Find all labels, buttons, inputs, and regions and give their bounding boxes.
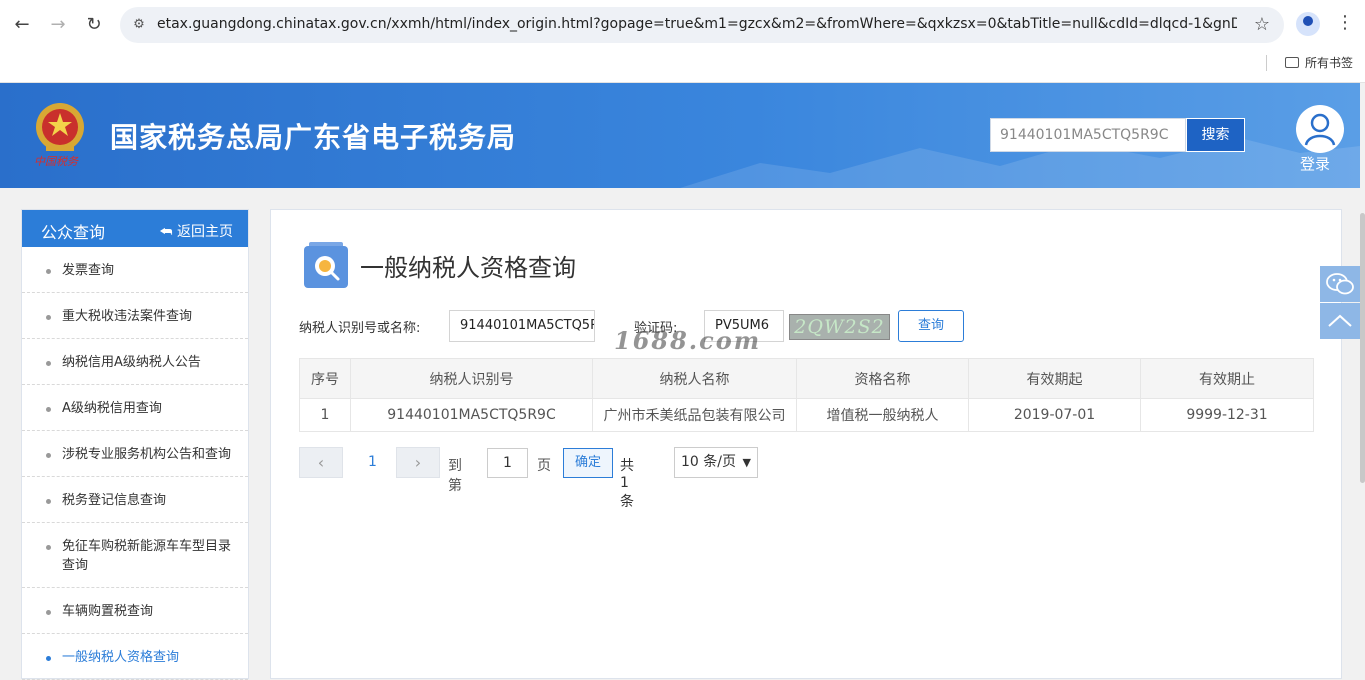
- query-button[interactable]: 查询: [898, 310, 964, 342]
- url-text[interactable]: etax.guangdong.chinatax.gov.cn/xxmh/html…: [157, 16, 1237, 32]
- sidebar-item-tax-violation-cases[interactable]: 重大税收违法案件查询: [22, 293, 248, 339]
- login-label[interactable]: 登录: [1300, 153, 1330, 174]
- page-size-value: 10 条/页: [681, 454, 736, 470]
- header-search-input[interactable]: 91440101MA5CTQ5R9C: [990, 118, 1186, 152]
- login-avatar-icon[interactable]: [1296, 105, 1344, 153]
- cell-valid-to: 9999-12-31: [1140, 398, 1314, 432]
- header-search-button[interactable]: 搜索: [1186, 118, 1245, 152]
- all-bookmarks[interactable]: 所有书签: [1265, 54, 1353, 71]
- sidebar-item-general-taxpayer[interactable]: 一般纳税人资格查询: [22, 634, 248, 680]
- back-home-label: 返回主页: [177, 224, 233, 240]
- svg-text:中国税务: 中国税务: [34, 155, 79, 168]
- sidebar-item-tax-agency-query[interactable]: 涉税专业服务机构公告和查询: [22, 431, 248, 477]
- wechat-icon[interactable]: [1320, 266, 1360, 302]
- page-title: 一般纳税人资格查询: [360, 254, 576, 282]
- goto-label: 到第: [448, 458, 462, 494]
- scrollbar-thumb[interactable]: [1360, 213, 1365, 483]
- col-header-taxpayer-name: 纳税人名称: [592, 358, 797, 399]
- reload-icon[interactable]: ↻: [81, 12, 107, 38]
- address-bar[interactable]: ⚙ etax.guangdong.chinatax.gov.cn/xxmh/ht…: [120, 7, 1284, 43]
- cell-taxpayer-id: 91440101MA5CTQ5R9C: [350, 398, 593, 432]
- sidebar-item-vehicle-purchase-tax[interactable]: 车辆购置税查询: [22, 588, 248, 634]
- back-home-link[interactable]: ⮪ 返回主页: [160, 221, 233, 241]
- sidebar-item-nev-catalog[interactable]: 免征车购税新能源车车型目录查询: [22, 523, 248, 588]
- site-header: 中国税务 国家税务总局广东省电子税务局 91440101MA5CTQ5R9C 搜…: [0, 83, 1360, 188]
- forward-arrow-icon[interactable]: →: [45, 12, 71, 38]
- col-header-qualification: 资格名称: [796, 358, 969, 399]
- folder-icon: [1284, 57, 1299, 68]
- page-scrollbar[interactable]: [1360, 83, 1365, 679]
- sidebar: 公众查询 ⮪ 返回主页 发票查询 重大税收违法案件查询 纳税信用A级纳税人公告 …: [21, 209, 249, 680]
- chevron-down-icon: ▼: [742, 456, 751, 469]
- sidebar-item-a-credit-query[interactable]: A级纳税信用查询: [22, 385, 248, 431]
- col-header-valid-from: 有效期起: [968, 358, 1141, 399]
- sidebar-header: 公众查询 ⮪ 返回主页: [22, 210, 248, 247]
- taxpayer-label: 纳税人识别号或名称:: [299, 321, 421, 336]
- browser-toolbar: ← → ↻ ⚙ etax.guangdong.chinatax.gov.cn/x…: [0, 0, 1365, 83]
- sidebar-item-invoice-query[interactable]: 发票查询: [22, 247, 248, 293]
- cell-valid-from: 2019-07-01: [968, 398, 1141, 432]
- cell-taxpayer-name: 广州市禾美纸品包装有限公司: [592, 398, 797, 432]
- main-panel: 一般纳税人资格查询 纳税人识别号或名称: 91440101MA5CTQ5R9C …: [270, 209, 1342, 679]
- watermark: 1688.com: [614, 326, 762, 355]
- goto-page-input[interactable]: 1: [487, 448, 528, 478]
- total-count: 共 1 条: [620, 458, 634, 510]
- table-header-row: 序号 纳税人识别号 纳税人名称 资格名称 有效期起 有效期止: [299, 358, 1314, 399]
- bookmark-star-icon[interactable]: ☆: [1254, 14, 1270, 35]
- bookmark-divider: [1265, 54, 1267, 71]
- goto-confirm-button[interactable]: 确定: [563, 448, 613, 478]
- prev-page-icon[interactable]: ‹: [299, 447, 343, 478]
- profile-icon[interactable]: [1296, 12, 1320, 36]
- back-to-top-icon[interactable]: [1320, 303, 1360, 339]
- cell-qualification: 增值税一般纳税人: [796, 398, 969, 432]
- page-size-select[interactable]: 10 条/页 ▼: [674, 447, 758, 478]
- captcha-image[interactable]: 2QW2S2: [789, 314, 890, 340]
- search-document-icon: [304, 242, 348, 288]
- col-header-index: 序号: [299, 358, 351, 399]
- taxpayer-input[interactable]: 91440101MA5CTQ5R9C: [449, 310, 595, 342]
- browser-menu-icon[interactable]: ⋮: [1336, 12, 1354, 33]
- site-info-icon[interactable]: ⚙: [130, 16, 148, 34]
- table-row: 1 91440101MA5CTQ5R9C 广州市禾美纸品包装有限公司 增值税一般…: [299, 398, 1314, 432]
- col-header-taxpayer-id: 纳税人识别号: [350, 358, 593, 399]
- tax-emblem-logo: 中国税务: [34, 103, 84, 168]
- site-title: 国家税务总局广东省电子税务局: [110, 121, 517, 154]
- sidebar-title: 公众查询: [41, 223, 106, 242]
- col-header-valid-to: 有效期止: [1140, 358, 1314, 399]
- sidebar-item-a-credit-announcement[interactable]: 纳税信用A级纳税人公告: [22, 339, 248, 385]
- current-page-number[interactable]: 1: [368, 454, 377, 470]
- next-page-icon[interactable]: ›: [396, 447, 440, 478]
- cell-index: 1: [299, 398, 351, 432]
- page-unit-label: 页: [537, 458, 551, 474]
- all-bookmarks-label: 所有书签: [1304, 56, 1353, 70]
- result-table: 序号 纳税人识别号 纳税人名称 资格名称 有效期起 有效期止 1 9144010…: [299, 358, 1314, 432]
- return-arrow-icon: ⮪: [159, 224, 173, 240]
- sidebar-item-tax-registration[interactable]: 税务登记信息查询: [22, 477, 248, 523]
- back-arrow-icon[interactable]: ←: [9, 12, 35, 38]
